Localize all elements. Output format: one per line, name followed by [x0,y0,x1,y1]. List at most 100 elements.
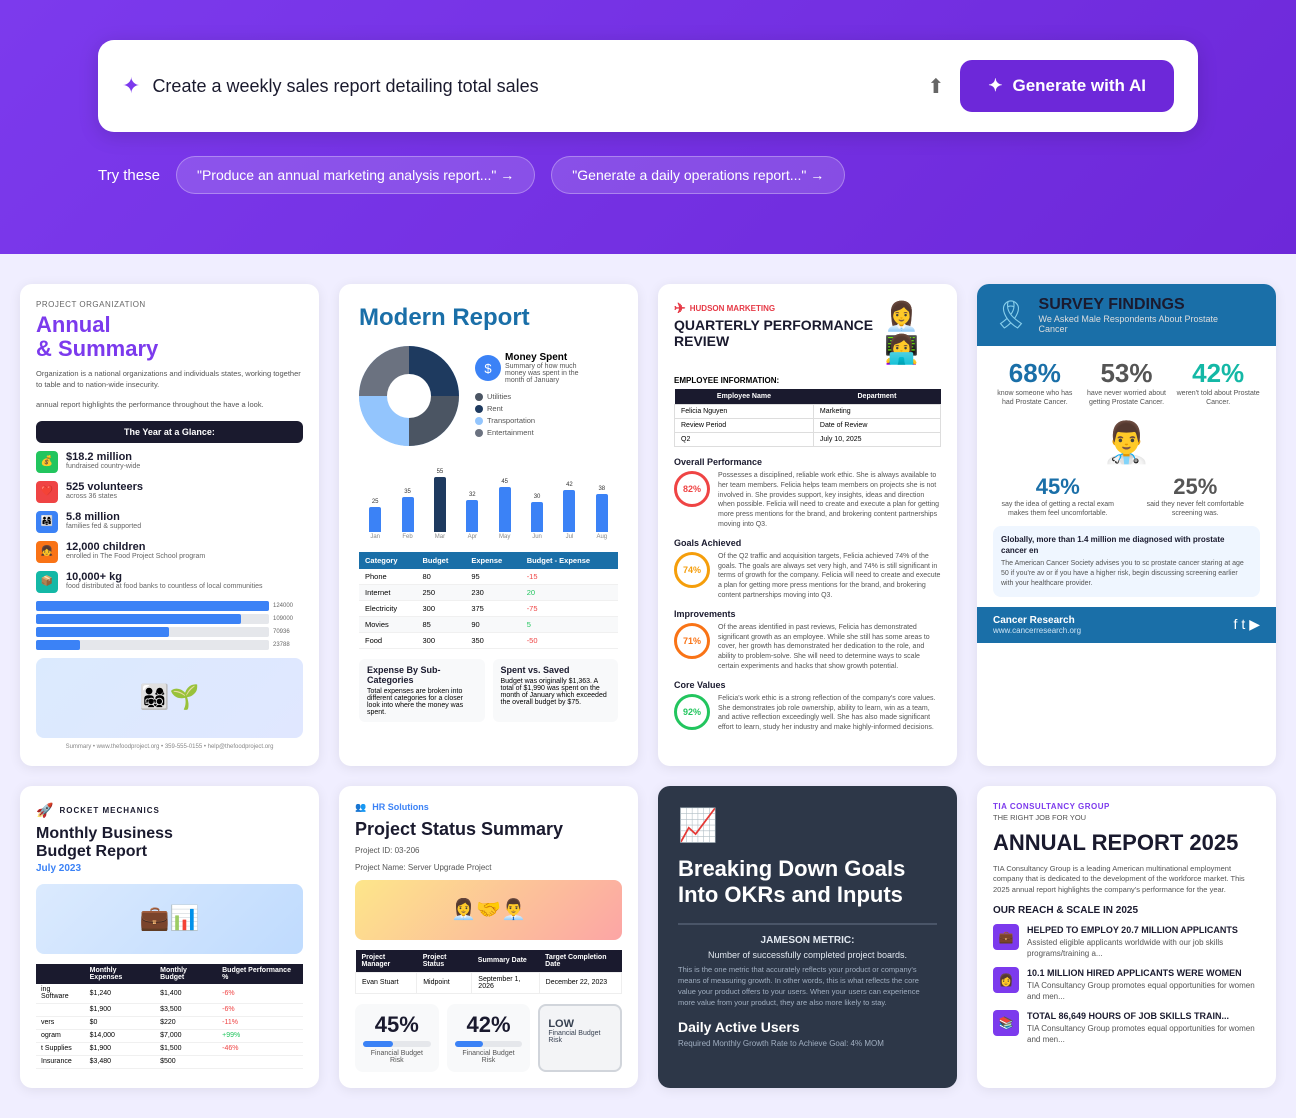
bar-val-mar: 55 [437,469,444,475]
hbar-bg-3 [36,627,269,637]
budget-exp-5: $3,480 [85,1055,155,1068]
legend-rent-label: Rent [487,404,503,413]
goals-perf-section: Goals Achieved 74% Of the Q2 traffic and… [674,538,941,601]
stat-val-4: 12,000 children [66,541,205,553]
bar-val-jul: 42 [566,482,573,488]
spent-footer: Spent vs. Saved Budget was originally $1… [493,659,619,722]
risk-box-2: 42% Financial Budget Risk [447,1004,531,1072]
metric-label: JAMESON METRIC: [678,935,937,946]
hbar-fill-3 [36,627,169,637]
bar-label-jun: Jun [532,534,542,540]
emp-header-name: Employee Name [675,389,814,405]
generate-button[interactable]: ✦ Generate with AI [960,60,1174,112]
stat-row-2: ❤️ 525 volunteers across 36 states [36,481,303,503]
stat-val-3: 5.8 million [66,511,141,523]
risk-low: LOW Financial Budget Risk [538,1004,622,1072]
budget-row-2: vers $0 $220 -11% [36,1016,303,1029]
proj-header-1: Project Status [417,950,472,973]
expense-footer-title: Expense By Sub-Categories [367,665,477,685]
emp-dept: Marketing [813,405,940,419]
bar-feb-bar [402,497,414,532]
diff-electricity: -75 [521,601,618,617]
budget-perf-1: -6% [217,1003,303,1016]
card6-title: Project Status Summary [355,819,622,840]
emp-row-3: Q2 July 10, 2025 [675,433,941,447]
youtube-icon: ▶ [1249,616,1260,633]
stat-desc-2: across 36 states [66,493,143,500]
money-icon: $ [475,355,501,381]
bar-label-may: May [499,534,510,540]
bar-may: 45 May [493,479,517,540]
budget-exp-4: $1,900 [85,1042,155,1055]
budget-row-4: t Supplies $1,900 $1,500 -46% [36,1042,303,1055]
risk-box-1: 45% Financial Budget Risk [355,1004,439,1072]
hbar-row-1: 124000 [36,601,303,611]
risk-label-1: Financial Budget Risk [363,1050,431,1064]
improvements-perf-text: Of the areas identified in past reviews,… [718,623,941,672]
hbar-bg-1 [36,601,269,611]
stat-42-pct: 42% [1176,358,1260,389]
table-row-phone: Phone 80 95 -15 [359,569,618,585]
cat-phone: Phone [359,569,416,585]
pie-chart [359,346,459,446]
bar-jan: 25 Jan [363,499,387,540]
stats-grid-1: 68% know someone who has had Prostate Ca… [993,358,1260,407]
hr-brand: 👥 HR Solutions [355,802,622,813]
bar-val-aug: 38 [598,486,605,492]
stat-row-3: 👨‍👩‍👧 5.8 million families fed & support… [36,511,303,533]
stat-desc-4: enrolled in The Food Project School prog… [66,553,205,560]
proj-status: Midpoint [417,972,472,993]
budget-perf-3: +99% [217,1029,303,1042]
stat-desc-1: fundraised country-wide [66,463,140,470]
card5-brand: ROCKET MECHANICS [59,806,159,815]
budget-cat-0: ing Software [36,984,85,1004]
risk-pct-2: 42% [455,1012,523,1038]
ar-stat-icon-2: 👩 [993,967,1019,993]
budget-food: 300 [416,633,465,649]
risk-label-2: Financial Budget Risk [455,1050,523,1064]
stat-desc-3: families fed & supported [66,523,141,530]
proj-row-1: Evan Stuart Midpoint September 1, 2026 D… [356,972,622,993]
card8-brand-top: TIA CONSULTANCY GROUP [993,802,1260,811]
expense-phone: 95 [465,569,520,585]
diff-phone: -15 [521,569,618,585]
annual-summary-card: Project Organization Annual & Summary Or… [20,284,319,766]
goals-perf-text: Of the Q2 traffic and acquisition target… [718,552,941,601]
bar-may-bar [499,487,511,532]
bar-label-aug: Aug [596,534,607,540]
survey-findings-card: 🎗 SURVEY FINDINGS We Asked Male Responde… [977,284,1276,766]
horiz-bar-chart: 124000 109000 70936 23788 [36,601,303,650]
budget-perf-2: -11% [217,1016,303,1029]
card8-tagline: THE RIGHT JOB FOR YOU [993,813,1260,822]
stat-content-1: $18.2 million fundraised country-wide [66,451,140,470]
search-container: ✦ Create a weekly sales report detailing… [98,40,1198,132]
card3-brand: ✈ HUDSON MARKETING [674,300,884,317]
table-header-diff: Budget - Expense [521,552,618,569]
stat-content-2: 525 volunteers across 36 states [66,481,143,500]
cancer-org: Cancer Research www.cancerresearch.org [993,615,1081,635]
bar-mar-bar [434,477,446,532]
stat-68: 68% know someone who has had Prostate Ca… [993,358,1077,407]
reach-label: OUR REACH & SCALE IN 2025 [993,905,1260,916]
upload-icon[interactable]: ⬆ [927,74,944,99]
suggestion-chip-1[interactable]: "Produce an annual marketing analysis re… [176,156,535,194]
overall-score: 82% [674,471,710,507]
table-header-cat: Category [359,552,416,569]
stat-53-desc: have never worried about getting Prostat… [1085,389,1169,407]
legend-transport-label: Transportation [487,416,535,425]
emp-date-val: July 10, 2025 [813,433,940,447]
card5-illustration: 💼📊 [36,884,303,954]
legend-entertain-label: Entertainment [487,428,534,437]
stat-icon-4: 👧 [36,541,58,563]
cat-internet: Internet [359,585,416,601]
legend-entertain: Entertainment [475,428,585,437]
bar-label-apr: Apr [468,534,477,540]
suggestion-chip-2[interactable]: "Generate a daily operations report..." … [551,156,845,194]
generate-sparkle-icon: ✦ [988,76,1002,96]
expense-food: 350 [465,633,520,649]
bar-apr-bar [466,500,478,532]
stat-icon-5: 📦 [36,571,58,593]
bar-val-jan: 25 [372,499,379,505]
goals-perf-title: Goals Achieved [674,538,941,548]
diff-movies: 5 [521,617,618,633]
